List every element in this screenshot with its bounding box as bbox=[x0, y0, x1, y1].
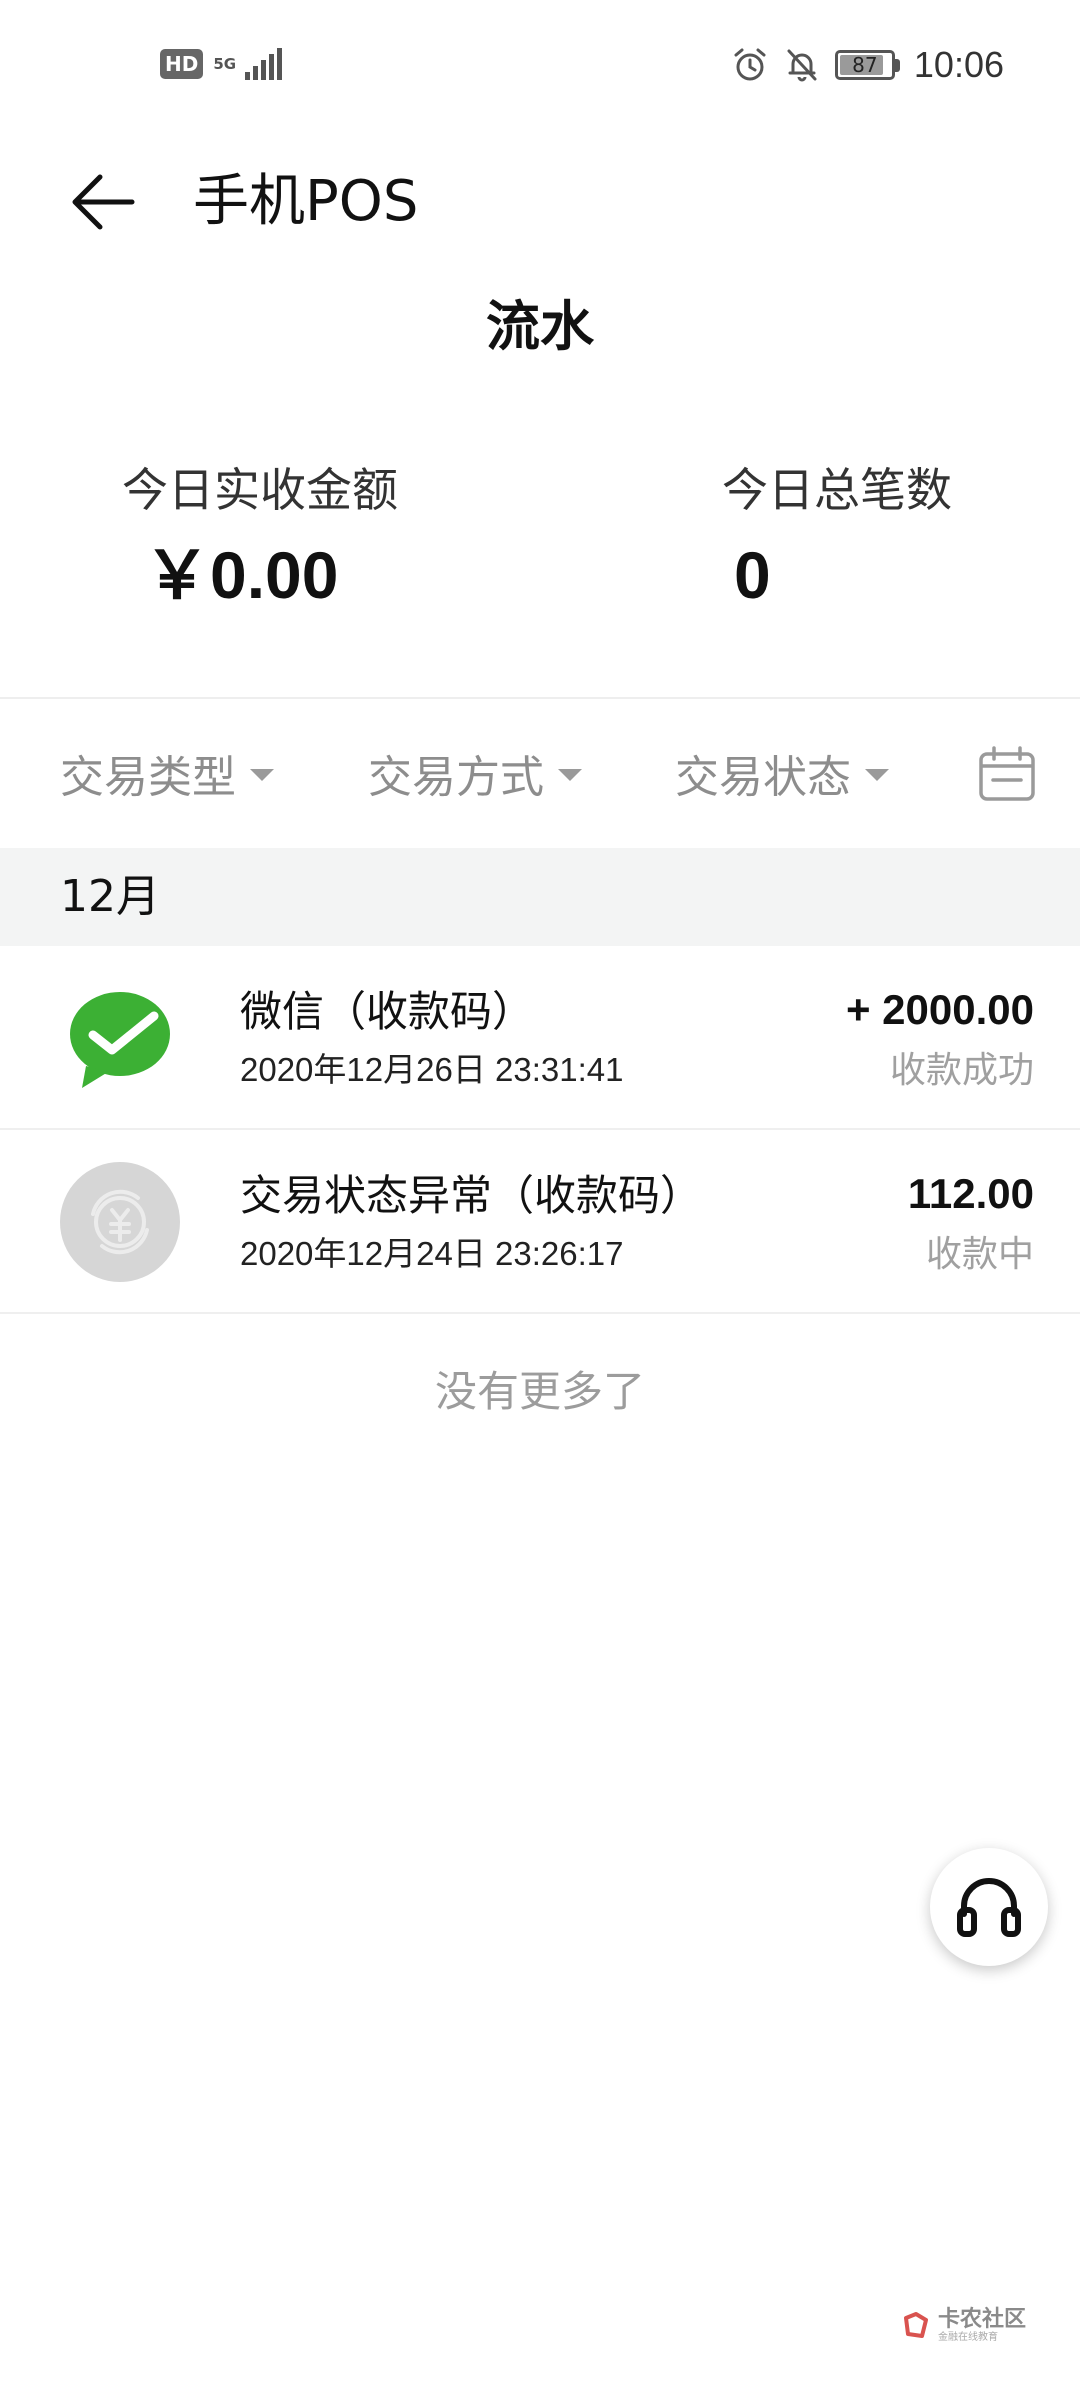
filter-type-label: 交易类型 bbox=[60, 752, 236, 803]
headset-icon bbox=[957, 1878, 1021, 1937]
app-bar: 手机POS bbox=[0, 150, 1080, 250]
count-summary: 今日总笔数 0 bbox=[722, 455, 952, 625]
customer-service-button[interactable] bbox=[930, 1848, 1048, 1966]
list-end-text: 没有更多了 bbox=[434, 1367, 645, 1416]
watermark-subtitle: 金融在线教育 bbox=[938, 2332, 998, 2343]
clock: 10:06 bbox=[913, 44, 1004, 85]
transaction-status: 收款中 bbox=[925, 1234, 1034, 1275]
caret-down-icon bbox=[865, 769, 889, 781]
count-label: 今日总笔数 bbox=[722, 463, 952, 517]
received-label: 今日实收金额 bbox=[122, 463, 398, 517]
filter-status-label: 交易状态 bbox=[675, 752, 851, 803]
back-button[interactable] bbox=[70, 164, 150, 240]
status-bar: HD 5G 87 10:06 bbox=[0, 0, 1080, 130]
watermark-title: 卡农社区 bbox=[938, 2307, 1027, 2332]
network-type: 5G bbox=[213, 55, 237, 73]
filter-transaction-type[interactable]: 交易类型 bbox=[60, 700, 274, 846]
received-value: ￥0.00 bbox=[144, 538, 339, 612]
watermark-logo-icon bbox=[904, 2312, 928, 2338]
battery-level: 87 bbox=[852, 53, 878, 77]
transaction-row[interactable]: 微信（收款码） 2020年12月26日 23:31:41 + 2000.00 收… bbox=[0, 948, 1080, 1130]
hd-badge: HD bbox=[160, 49, 204, 79]
count-value: 0 bbox=[734, 538, 771, 612]
page-title: 流水 bbox=[486, 295, 594, 358]
watermark: 卡农社区 金融在线教育 bbox=[900, 2308, 1026, 2344]
yuan-exchange-icon bbox=[60, 1162, 180, 1282]
alarm-icon bbox=[734, 48, 766, 81]
month-header: 12月 bbox=[0, 848, 1080, 946]
transaction-status: 收款成功 bbox=[889, 1050, 1034, 1091]
transaction-title: 微信（收款码） bbox=[240, 987, 535, 1036]
transaction-amount: 112.00 bbox=[907, 1170, 1034, 1217]
transaction-title: 交易状态异常（收款码） bbox=[240, 1171, 703, 1220]
filter-bar: 交易类型 交易方式 交易状态 bbox=[0, 700, 1080, 846]
calendar-icon[interactable] bbox=[978, 746, 1036, 802]
filter-transaction-method[interactable]: 交易方式 bbox=[368, 700, 582, 846]
filter-transaction-status[interactable]: 交易状态 bbox=[675, 700, 889, 846]
signal-icon bbox=[245, 48, 283, 80]
app-title: 手机POS bbox=[193, 169, 419, 234]
caret-down-icon bbox=[558, 769, 582, 781]
battery-icon: 87 bbox=[834, 50, 900, 80]
transaction-time: 2020年12月24日 23:26:17 bbox=[240, 1235, 624, 1272]
caret-down-icon bbox=[250, 769, 274, 781]
transaction-row[interactable]: 交易状态异常（收款码） 2020年12月24日 23:26:17 112.00 … bbox=[0, 1132, 1080, 1314]
status-left: HD 5G bbox=[160, 48, 283, 80]
transaction-amount: + 2000.00 bbox=[845, 986, 1034, 1033]
divider bbox=[0, 697, 1080, 699]
arrow-left-icon bbox=[72, 174, 135, 230]
month-label: 12月 bbox=[60, 871, 160, 922]
status-right: 87 10:06 bbox=[731, 44, 1004, 86]
wechat-icon bbox=[70, 992, 170, 1088]
transaction-time: 2020年12月26日 23:31:41 bbox=[240, 1051, 624, 1088]
received-summary: 今日实收金额 ￥0.00 bbox=[122, 455, 398, 625]
filter-method-label: 交易方式 bbox=[368, 752, 544, 803]
today-summary: 今日实收金额 ￥0.00 今日总笔数 0 bbox=[0, 455, 1080, 630]
mute-icon bbox=[787, 49, 817, 82]
